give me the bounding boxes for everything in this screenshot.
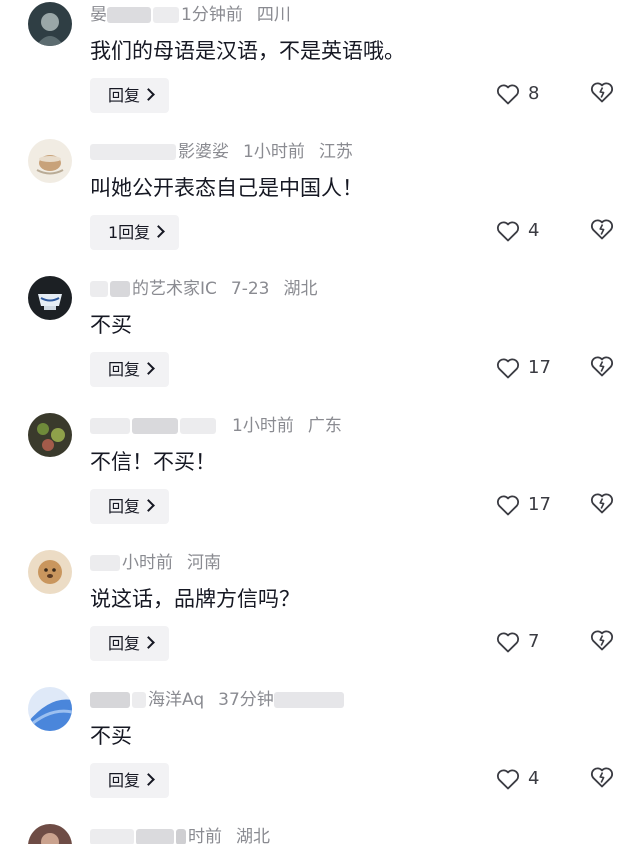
dislike-button[interactable] [590, 355, 614, 377]
broken-heart-icon [590, 218, 614, 240]
broken-heart-icon [590, 766, 614, 788]
username[interactable]: 影婆娑 [178, 142, 229, 162]
comment-item: 影婆娑 1小时前 江苏 叫她公开表态自己是中国人！ 1回复 4 [0, 139, 640, 276]
dislike-button[interactable] [590, 766, 614, 788]
like-count: 8 [528, 83, 540, 104]
comment-item: 的艺术家IC 7-23 湖北 不买 回复 17 [0, 276, 640, 413]
username[interactable]: 的艺术家IC [132, 279, 217, 299]
reply-button[interactable]: 回复 [90, 489, 170, 524]
like-button[interactable]: 4 [496, 216, 552, 246]
reply-button[interactable]: 回复 [90, 78, 170, 113]
comment-meta: 海洋Aq 37分钟 [90, 687, 346, 713]
chevron-right-icon [152, 225, 166, 238]
heart-outline-icon [496, 768, 520, 790]
broken-heart-icon [590, 81, 614, 103]
timestamp: 小时前 [122, 553, 173, 573]
timestamp: 37分钟 [218, 690, 274, 710]
like-button[interactable]: 17 [496, 353, 552, 383]
broken-heart-icon [590, 355, 614, 377]
heart-outline-icon [496, 83, 520, 105]
comment-item: 海洋Aq 37分钟 不买 回复 4 [0, 687, 640, 824]
comment-text: 不买 [90, 313, 132, 337]
comment-meta: 小时前 河南 [90, 550, 221, 576]
like-count: 4 [528, 768, 540, 789]
location: 广东 [307, 416, 342, 436]
avatar[interactable] [28, 276, 72, 320]
like-count: 17 [528, 357, 551, 378]
reply-button[interactable]: 回复 [90, 763, 170, 798]
reply-button[interactable]: 1回复 [90, 215, 180, 250]
timestamp: 时前 [188, 827, 222, 844]
comment-text: 不买 [90, 724, 132, 748]
avatar[interactable] [28, 550, 72, 594]
location: 湖北 [283, 279, 318, 299]
heart-outline-icon [496, 631, 520, 653]
timestamp: 1分钟前 [181, 5, 243, 25]
dislike-button[interactable] [590, 492, 614, 514]
comment-meta: 1小时前 广东 [90, 413, 342, 439]
dislike-button[interactable] [590, 629, 614, 651]
location: 江苏 [318, 142, 353, 162]
comment-meta: 晏 1分钟前 四川 [90, 2, 291, 28]
like-button[interactable]: 8 [496, 79, 552, 109]
heart-outline-icon [496, 494, 520, 516]
location: 河南 [187, 553, 221, 573]
heart-outline-icon [496, 357, 520, 379]
comment-text: 我们的母语是汉语，不是英语哦。 [90, 39, 405, 63]
timestamp: 1小时前 [232, 416, 294, 436]
comment-item: 晏 1分钟前 四川 我们的母语是汉语，不是英语哦。 回复 8 [0, 2, 640, 139]
comment-meta: 影婆娑 1小时前 江苏 [90, 139, 353, 165]
avatar[interactable] [28, 139, 72, 183]
username[interactable]: 晏 [90, 5, 107, 25]
comment-item: 时前 湖北 [0, 824, 640, 844]
reply-button[interactable]: 回复 [90, 352, 170, 387]
comment-meta: 的艺术家IC 7-23 湖北 [90, 276, 317, 302]
heart-outline-icon [496, 220, 520, 242]
chevron-right-icon [142, 773, 155, 786]
like-count: 4 [528, 220, 540, 241]
dislike-button[interactable] [590, 218, 614, 240]
comment-text: 说这话，品牌方信吗？ [90, 587, 300, 611]
chevron-right-icon [142, 88, 155, 101]
chevron-right-icon [142, 636, 155, 649]
comment-item: 小时前 河南 说这话，品牌方信吗？ 回复 7 [0, 550, 640, 687]
avatar[interactable] [28, 2, 72, 46]
avatar[interactable] [28, 687, 72, 731]
chevron-right-icon [142, 499, 155, 512]
broken-heart-icon [590, 629, 614, 651]
like-count: 17 [528, 494, 551, 515]
comment-text: 叫她公开表态自己是中国人！ [90, 176, 363, 200]
location: 四川 [256, 5, 291, 25]
dislike-button[interactable] [590, 81, 614, 103]
like-count: 7 [528, 631, 540, 652]
like-button[interactable]: 4 [496, 764, 552, 794]
username[interactable]: 海洋Aq [148, 690, 204, 710]
reply-button[interactable]: 回复 [90, 626, 170, 661]
comment-meta: 时前 湖北 [90, 824, 270, 844]
comment-text: 不信！不买！ [90, 450, 216, 474]
timestamp: 7-23 [230, 279, 270, 299]
comment-item: 1小时前 广东 不信！不买！ 回复 17 [0, 413, 640, 550]
broken-heart-icon [590, 492, 614, 514]
avatar[interactable] [28, 413, 72, 457]
location: 湖北 [236, 827, 270, 844]
like-button[interactable]: 7 [496, 627, 552, 657]
avatar[interactable] [28, 824, 72, 844]
chevron-right-icon [142, 362, 155, 375]
like-button[interactable]: 17 [496, 490, 552, 520]
timestamp: 1小时前 [243, 142, 305, 162]
